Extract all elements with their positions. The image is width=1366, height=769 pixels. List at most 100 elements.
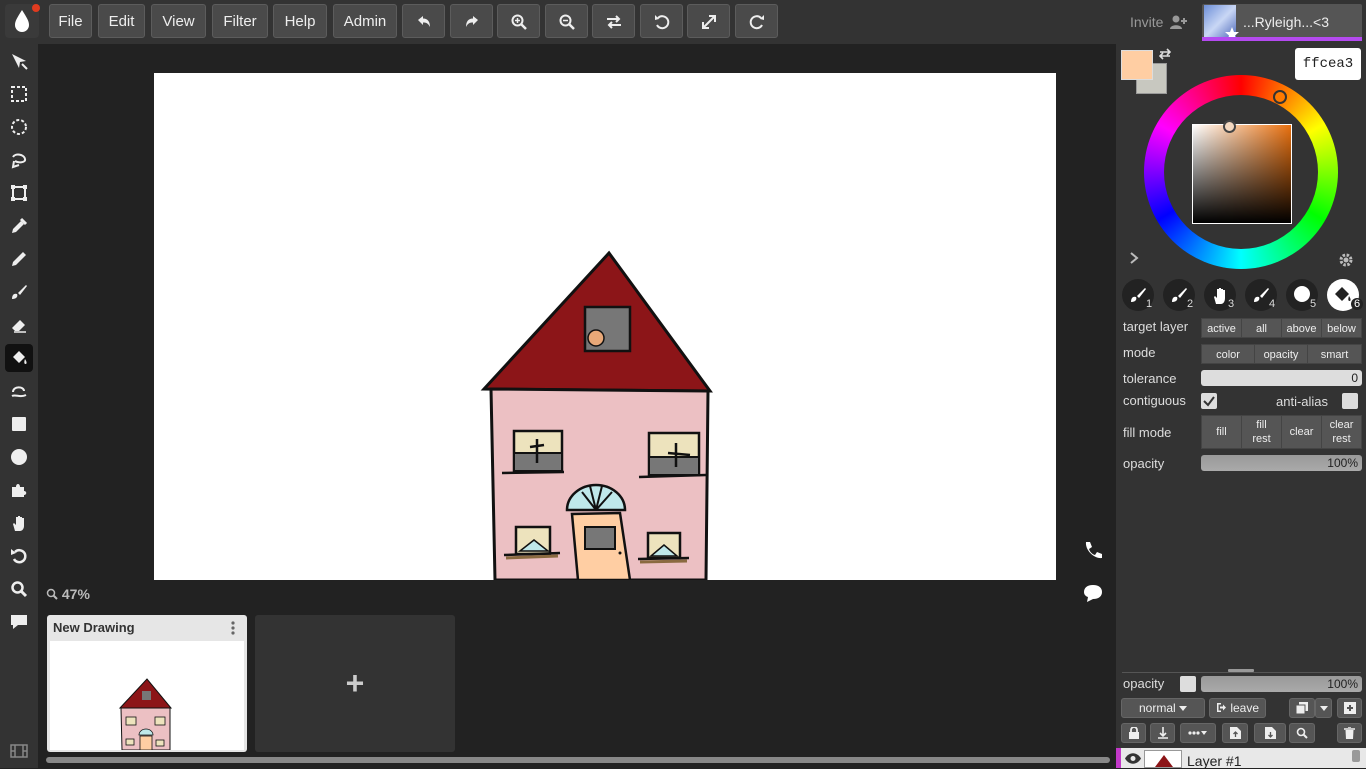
duplicate-options-button[interactable] [1315,698,1332,718]
brush-preset-6[interactable]: 6 [1327,279,1363,311]
hue-picker-handle[interactable] [1273,90,1287,104]
rect-select-tool[interactable] [5,80,33,108]
file-menu[interactable]: File [49,4,92,38]
chevron-right-icon[interactable] [1128,251,1140,265]
brush-preset-1[interactable]: 1 [1122,279,1154,311]
view-menu[interactable]: View [151,4,206,38]
fill-mode-clear-rest[interactable]: clear rest [1321,415,1362,449]
move-tool[interactable] [5,47,33,75]
kebab-menu-icon[interactable] [229,620,237,636]
rotate-tool[interactable] [5,542,33,570]
undo-button[interactable] [402,4,445,38]
layer-scrollbar[interactable] [1352,750,1360,762]
fill-tool[interactable] [5,344,33,372]
eyedropper-tool[interactable] [5,212,33,240]
search-layers-button[interactable] [1289,723,1315,743]
leave-button[interactable]: leave [1209,698,1266,718]
undo-icon [417,16,430,27]
document-title: New Drawing [53,620,135,635]
mode-color[interactable]: color [1201,344,1255,364]
filter-menu[interactable]: Filter [212,4,268,38]
lasso-tool[interactable] [5,146,33,174]
zoom-out-button[interactable] [545,4,588,38]
ellipse-tool[interactable] [5,443,33,471]
export-button[interactable] [1254,723,1286,743]
lock-layer-button[interactable] [1121,723,1146,743]
target-layer-above[interactable]: above [1281,318,1322,338]
add-document-button[interactable]: + [255,615,455,752]
layer-opacity-slider[interactable]: 100% [1201,676,1362,692]
file-up-icon [1229,727,1241,739]
brush-preset-number: 2 [1187,298,1194,310]
eye-icon[interactable] [1125,753,1141,764]
rotate-right-button[interactable] [735,4,778,38]
rectangle-icon [12,417,26,431]
antialias-checkbox[interactable] [1342,393,1358,409]
paint-bucket-icon [13,351,27,364]
fill-mode-fill[interactable]: fill [1201,415,1242,449]
add-layer-button[interactable] [1337,698,1362,718]
duplicate-layer-button[interactable] [1289,698,1315,718]
contiguous-checkbox[interactable] [1201,393,1217,409]
hex-color-value[interactable]: ffcea3 [1295,48,1361,80]
target-layer-active[interactable]: active [1201,318,1242,338]
horizontal-scrollbar[interactable] [46,757,1110,763]
sv-picker-handle[interactable] [1223,120,1236,133]
swap-colors-icon[interactable] [1158,47,1172,61]
admin-menu[interactable]: Admin [333,4,397,38]
brush-preset-2[interactable]: 2 [1163,279,1195,311]
import-button[interactable] [1222,723,1248,743]
divider [1122,672,1361,673]
opacity-slider[interactable]: 100% [1201,455,1362,471]
fill-mode-fill-rest[interactable]: fill rest [1241,415,1282,449]
primary-color-swatch[interactable] [1121,50,1153,80]
drawing-canvas[interactable] [154,73,1056,580]
zoom-in-button[interactable] [497,4,540,38]
brush-preset-3[interactable]: 3 [1204,279,1236,311]
phone-icon[interactable] [1082,540,1104,562]
tolerance-slider[interactable]: 0 [1201,370,1362,386]
brush-tool[interactable] [5,278,33,306]
zoom-indicator[interactable]: 47% [46,586,90,602]
fill-mode-line1: clear [1329,419,1354,431]
hand-tool[interactable] [5,509,33,537]
hand-icon [13,516,24,531]
mode-smart[interactable]: smart [1307,344,1362,364]
invite-button[interactable]: Invite [1130,14,1188,30]
layer-alpha-lock-checkbox[interactable] [1180,676,1196,692]
ellipse-select-tool[interactable] [5,113,33,141]
flip-button[interactable] [592,4,635,38]
redo-button[interactable] [450,4,493,38]
delete-layer-button[interactable] [1337,723,1362,743]
rotate-icon [11,548,27,564]
brush-preset-5[interactable]: 5 [1286,279,1318,311]
timeline-icon[interactable] [10,744,28,758]
brush-preset-4[interactable]: 4 [1245,279,1277,311]
target-layer-below[interactable]: below [1321,318,1362,338]
target-layer-all[interactable]: all [1241,318,1282,338]
shape-tool[interactable] [5,476,33,504]
fill-mode-line2: rest [1252,433,1271,445]
blend-mode-select[interactable]: normal [1121,698,1205,718]
eraser-tool[interactable] [5,311,33,339]
pen-tool[interactable] [5,245,33,273]
saturation-value-picker[interactable] [1192,124,1292,224]
mode-opacity[interactable]: opacity [1254,344,1308,364]
zoom-tool[interactable] [5,575,33,603]
mode-label: mode [1123,345,1156,360]
chat-icon[interactable] [1082,582,1104,604]
more-options-button[interactable] [1180,723,1216,743]
transform-tool[interactable] [5,179,33,207]
text-tool[interactable] [5,608,33,636]
help-menu[interactable]: Help [273,4,327,38]
rectangle-tool[interactable] [5,410,33,438]
rotate-left-button[interactable] [640,4,683,38]
contiguous-label: contiguous [1123,393,1186,408]
fullscreen-button[interactable] [687,4,730,38]
edit-menu[interactable]: Edit [98,4,145,38]
smudge-tool[interactable] [5,377,33,405]
merge-down-button[interactable] [1150,723,1175,743]
fill-mode-clear[interactable]: clear [1281,415,1322,449]
brush-preset-number: 4 [1269,298,1276,310]
gear-icon[interactable] [1337,251,1355,269]
